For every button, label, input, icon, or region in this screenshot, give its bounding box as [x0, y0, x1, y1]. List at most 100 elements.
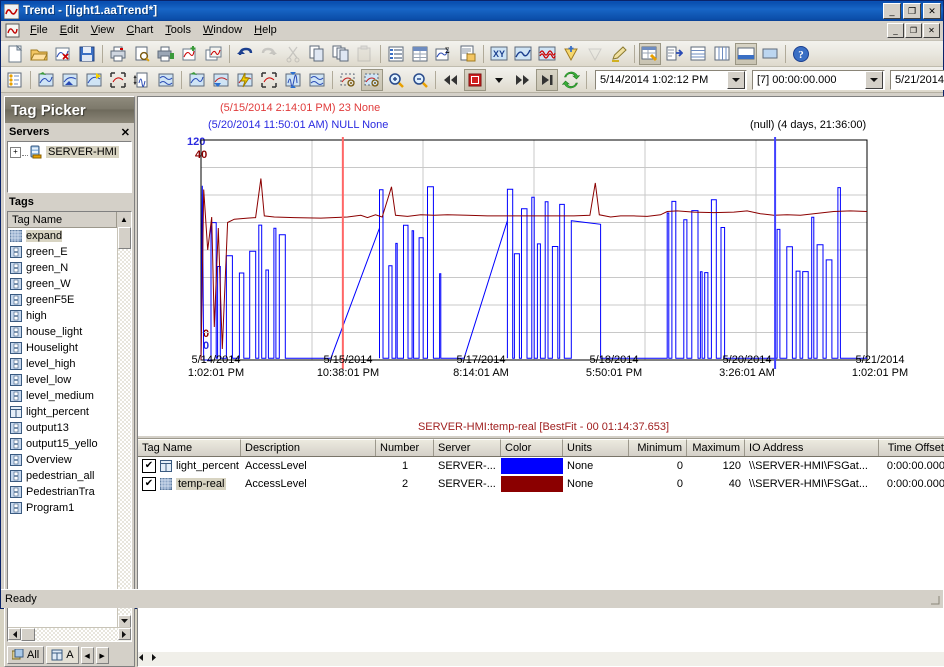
- tag-list-vertical-scrollbar[interactable]: [117, 227, 131, 628]
- close-chart-icon[interactable]: [52, 43, 74, 65]
- center-vertical-icon[interactable]: [306, 69, 328, 91]
- column-header-io-address[interactable]: IO Address: [745, 439, 879, 456]
- scroll-right-arrow-icon[interactable]: [118, 628, 131, 640]
- autoscale-up-icon[interactable]: [186, 69, 208, 91]
- list-item[interactable]: green_W: [8, 276, 131, 292]
- list-item[interactable]: level_low: [8, 372, 131, 388]
- stop-icon[interactable]: [464, 68, 486, 91]
- color-swatch[interactable]: [501, 476, 563, 492]
- servers-tree[interactable]: + SERVER-HMI: [7, 141, 132, 193]
- print-icon[interactable]: [107, 43, 129, 65]
- list-item[interactable]: green_E: [8, 244, 131, 260]
- status-panel-icon[interactable]: [759, 43, 781, 65]
- server-tree-node[interactable]: + SERVER-HMI: [10, 145, 129, 159]
- refresh-icon[interactable]: [560, 69, 582, 91]
- expand-plus-icon[interactable]: +: [10, 146, 21, 158]
- list-item[interactable]: level_medium: [8, 388, 131, 404]
- copy-icon[interactable]: [306, 43, 328, 65]
- save-icon[interactable]: [76, 43, 98, 65]
- undo-icon[interactable]: [234, 43, 256, 65]
- pen-table-horizontal-scrollbar[interactable]: [138, 652, 944, 666]
- marker-down-icon[interactable]: [584, 43, 606, 65]
- discrete-trend-icon[interactable]: [536, 43, 558, 65]
- column-header-time-offset[interactable]: Time Offset: [879, 439, 944, 456]
- autoscale-vertical-icon[interactable]: [282, 69, 304, 91]
- pen-scroll-left-arrow-icon[interactable]: [138, 652, 152, 665]
- new-document-icon[interactable]: [4, 43, 26, 65]
- scale-zoom-icon[interactable]: [4, 69, 26, 91]
- sort-ascending-icon[interactable]: ▲: [117, 215, 131, 224]
- table-row[interactable]: ✔ temp-real AccessLevel 2 SERVER-... None 0 40 \…: [138, 475, 944, 493]
- tag-picker-icon[interactable]: [639, 42, 661, 65]
- grid-horizontal-icon[interactable]: [687, 43, 709, 65]
- list-item[interactable]: light_percent: [8, 404, 131, 420]
- mdi-restore-button[interactable]: ❐: [905, 23, 922, 38]
- zoom-in-icon[interactable]: [385, 69, 407, 91]
- list-item[interactable]: Program1: [8, 500, 131, 516]
- marker-up-icon[interactable]: [560, 43, 582, 65]
- list-item[interactable]: high: [8, 308, 131, 324]
- list-item[interactable]: Overview: [8, 452, 131, 468]
- help-icon[interactable]: ?: [790, 43, 812, 65]
- mdi-close-button[interactable]: ✕: [923, 23, 940, 38]
- close-icon[interactable]: ✕: [121, 126, 130, 139]
- chart-plot-area[interactable]: (5/15/2014 2:14:01 PM) 23 None (5/20/201…: [138, 97, 944, 418]
- expand-vertical-icon[interactable]: [131, 69, 153, 91]
- duplicate-chart-icon[interactable]: [203, 43, 225, 65]
- list-item[interactable]: level_high: [8, 356, 131, 372]
- maximize-button[interactable]: ❐: [903, 3, 921, 19]
- fast-scale-icon[interactable]: [234, 69, 256, 91]
- column-header-maximum[interactable]: Maximum: [687, 439, 745, 456]
- pen-name-cell[interactable]: ✔ temp-real: [138, 475, 241, 493]
- resize-grip-icon[interactable]: [927, 592, 941, 606]
- pen-enabled-checkbox[interactable]: ✔: [142, 459, 156, 473]
- duration-combo[interactable]: [7] 00:00:00.000: [752, 69, 885, 90]
- list-item[interactable]: house_light: [8, 324, 131, 340]
- pen-enabled-checkbox[interactable]: ✔: [142, 477, 156, 491]
- tag-list-body[interactable]: expand green_E green_N green_W greenF5E high h…: [8, 228, 131, 641]
- redo-icon[interactable]: [258, 43, 280, 65]
- fit-chart-icon[interactable]: [258, 69, 280, 91]
- scroll-thumb[interactable]: [118, 227, 131, 249]
- pen-table-body[interactable]: ✔ light_percent AccessLevel 1 SERVER-... None…: [138, 457, 944, 493]
- fit-box-icon[interactable]: [107, 69, 129, 91]
- list-item[interactable]: output13: [8, 420, 131, 436]
- list-item[interactable]: Houselight: [8, 340, 131, 356]
- list-item[interactable]: greenF5E: [8, 292, 131, 308]
- printer-setup-icon[interactable]: [155, 43, 177, 65]
- list-item[interactable]: expand: [8, 228, 131, 244]
- tab-analog-tags[interactable]: A: [46, 646, 79, 664]
- list-view-icon[interactable]: [385, 43, 407, 65]
- add-chart-icon[interactable]: [179, 43, 201, 65]
- tag-list-horizontal-scrollbar[interactable]: [8, 627, 131, 641]
- chevron-down-icon[interactable]: [727, 70, 745, 89]
- menu-file[interactable]: FFileile: [24, 22, 54, 39]
- paste-icon[interactable]: [354, 43, 376, 65]
- report-icon[interactable]: [457, 43, 479, 65]
- open-folder-icon[interactable]: [28, 43, 50, 65]
- legend-icon[interactable]: [735, 42, 757, 65]
- tag-list[interactable]: Tag Name ▲ expand green_E green_N green_W gr…: [7, 211, 132, 642]
- list-item[interactable]: PedestrianTra: [8, 484, 131, 500]
- autoscale-down-icon[interactable]: [210, 69, 232, 91]
- column-header-description[interactable]: Description: [241, 439, 376, 456]
- table-row[interactable]: ✔ light_percent AccessLevel 1 SERVER-... None…: [138, 457, 944, 475]
- menu-view[interactable]: View: [85, 22, 121, 39]
- pen-color-cell[interactable]: [501, 475, 563, 493]
- tag-name-column-header[interactable]: Tag Name: [8, 212, 117, 227]
- scroll-track[interactable]: [118, 227, 131, 615]
- minimize-button[interactable]: _: [883, 3, 901, 19]
- zoom-time-icon[interactable]: [59, 69, 81, 91]
- chevron-down-icon[interactable]: [865, 70, 883, 89]
- print-preview-icon[interactable]: [131, 43, 153, 65]
- tab-scroll-next[interactable]: ▶: [95, 647, 109, 664]
- h-scroll-track[interactable]: [35, 628, 118, 641]
- pen-name-cell[interactable]: ✔ light_percent: [138, 457, 241, 475]
- menu-help[interactable]: Help: [248, 22, 283, 39]
- end-time-combo[interactable]: 5/21/2014 1:02:1: [890, 69, 944, 90]
- menu-chart[interactable]: Chart: [120, 22, 159, 39]
- zoom-region-icon[interactable]: [337, 69, 359, 91]
- grid-view-icon[interactable]: [409, 43, 431, 65]
- menu-tools[interactable]: Tools: [159, 22, 197, 39]
- pen-color-cell[interactable]: [501, 457, 563, 475]
